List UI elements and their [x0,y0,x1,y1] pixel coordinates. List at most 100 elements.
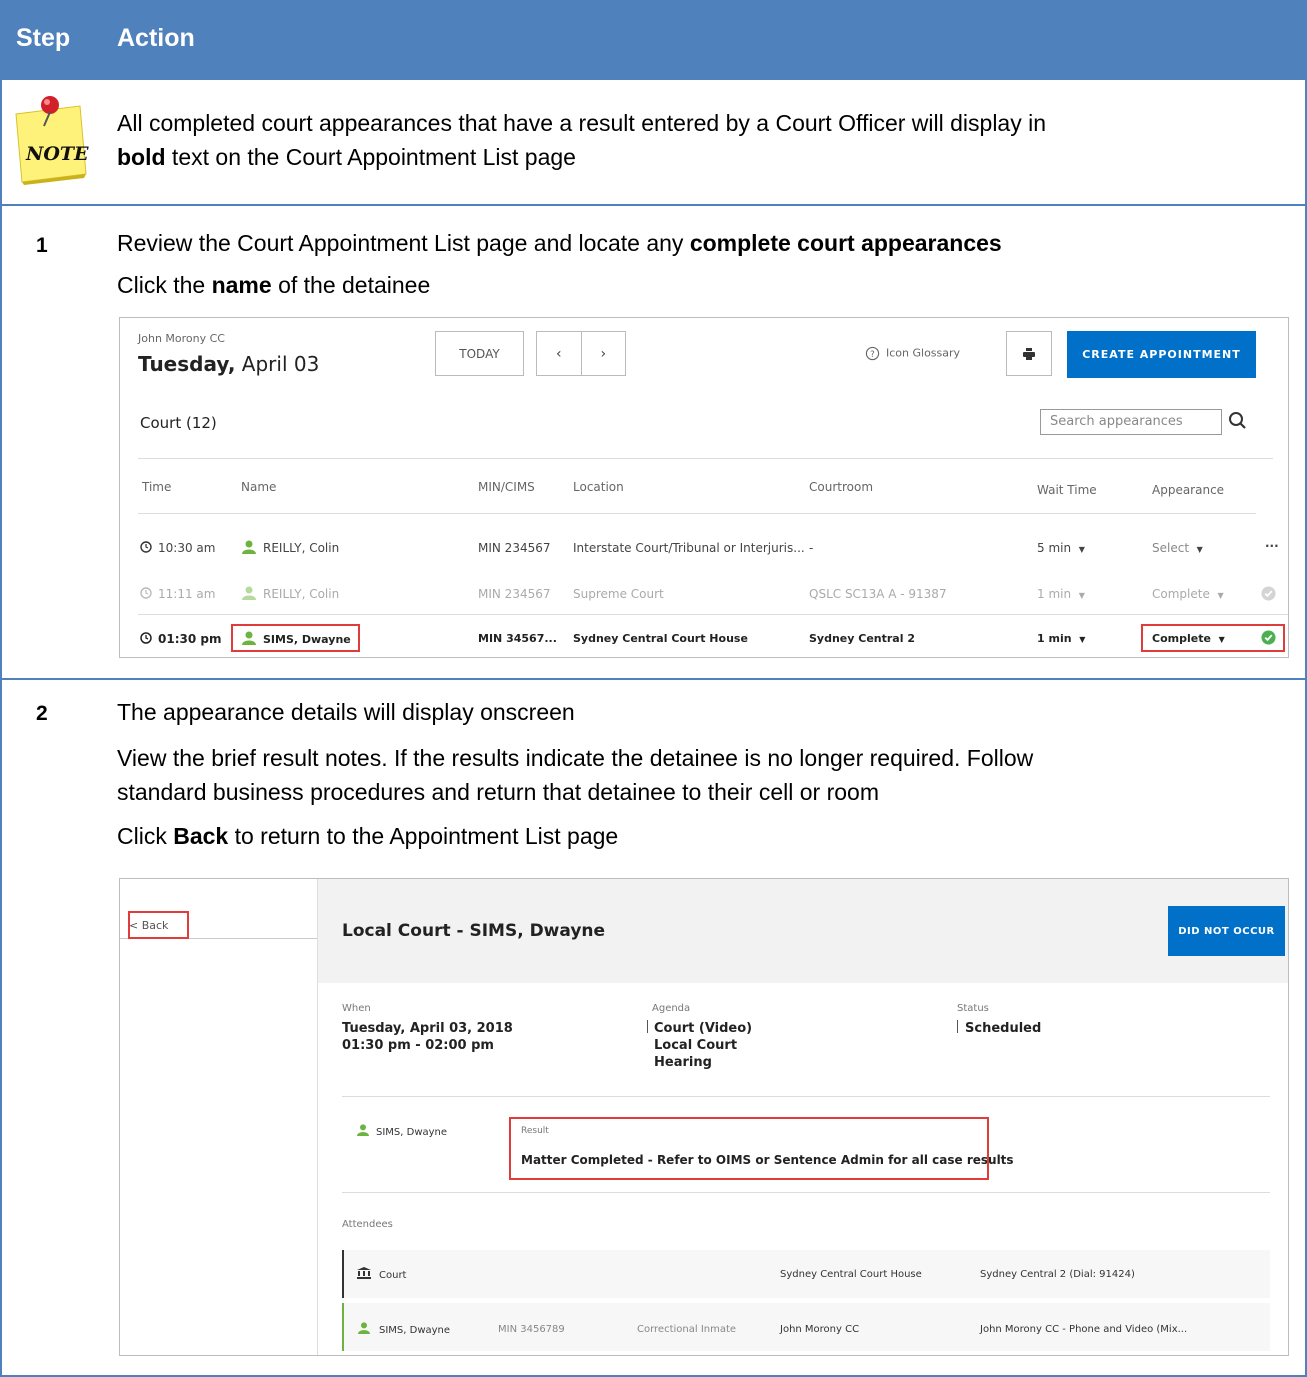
divider [138,614,1288,615]
status-value: Scheduled [965,1021,1042,1036]
attendee-location: Sydney Central Court House [780,1269,922,1280]
date-navigation: ‹ › [536,331,626,376]
column-courtroom: Courtroom [809,480,874,494]
highlight-box-appearance [1141,624,1285,652]
divider [138,458,1273,459]
wait-time-select[interactable]: 1 min ▼ [1037,587,1085,601]
highlight-box-result [509,1117,989,1180]
step1-instruction-line2: Click the name of the detainee [117,272,431,298]
column-min: MIN/CIMS [478,480,535,494]
step-column-header: Step [16,24,71,52]
caret-down-icon: ▼ [1078,545,1085,554]
step2-instruction-line4: Click Back to return to the Appointment … [117,823,619,849]
divider [138,513,1256,514]
appearance-details-screenshot: < Back Local Court - SIMS, Dwayne DID NO… [119,878,1289,1356]
icon-glossary-link[interactable]: ? Icon Glossary [865,346,960,361]
facility-name: John Morony CC [138,332,225,345]
attendee-min: MIN 3456789 [498,1324,565,1335]
row-divider [0,678,1307,680]
court-count-heading: Court (12) [140,414,217,432]
row-min: MIN 234567 [478,541,551,555]
appearance-select[interactable]: Select ▼ [1152,541,1203,555]
sidebar [120,879,318,1355]
note-text-line2: bold text on the Court Appointment List … [117,144,576,170]
row-time: 11:11 am [140,587,215,601]
procedure-document: Step Action NOTE All completed court app… [0,0,1307,1377]
wait-time-select[interactable]: 1 min ▼ [1037,632,1085,645]
today-button[interactable]: TODAY [435,331,524,376]
column-wait-time: Wait Time [1037,483,1097,497]
attendee-location: John Morony CC [780,1324,860,1335]
print-button[interactable] [1006,331,1052,376]
row-courtroom: Sydney Central 2 [809,632,915,645]
attendee-row[interactable]: SIMS, Dwayne MIN 3456789 Correctional In… [342,1303,1270,1351]
result-person: SIMS, Dwayne [356,1124,447,1138]
agenda-line1: Court (Video) [654,1021,753,1036]
attendees-label: Attendees [342,1219,393,1230]
row-courtroom: QSLC SC13A A - 91387 [809,587,947,601]
row-name-link[interactable]: REILLY, Colin [241,540,339,555]
attendee-name: Court [357,1267,406,1281]
clock-icon [140,541,152,553]
step2-instruction-line2: View the brief result notes. If the resu… [117,745,1034,771]
step1-instruction-line1: Review the Court Appointment List page a… [117,230,1002,256]
table-left-border [0,80,2,1377]
appearance-title: Local Court - SIMS, Dwayne [342,921,606,941]
svg-text:?: ? [870,349,874,359]
when-date: Tuesday, April 03, 2018 [342,1021,513,1036]
column-name: Name [241,480,277,494]
search-icon[interactable] [1228,411,1248,431]
person-icon [357,1124,369,1136]
did-not-occur-button[interactable]: DID NOT OCCUR [1168,906,1285,956]
svg-text:NOTE: NOTE [25,143,89,165]
row-min: MIN 234567 [478,587,551,601]
attendee-room: John Morony CC - Phone and Video (Mix... [980,1324,1188,1335]
caret-down-icon: ▼ [1217,591,1224,600]
column-location: Location [573,480,624,494]
highlight-box-name [231,624,360,652]
caret-down-icon: ▼ [1196,545,1203,554]
row-courtroom: - [809,541,814,555]
step-number: 2 [36,702,48,725]
create-appointment-button[interactable]: CREATE APPOINTMENT [1067,331,1256,378]
agenda-line3: Hearing [654,1055,712,1070]
table-header: Step Action [0,0,1307,80]
row-accent [342,1250,344,1298]
wait-time-select[interactable]: 5 min ▼ [1037,541,1085,555]
row-name-link[interactable]: REILLY, Colin [241,586,339,601]
note-text-line1: All completed court appearances that hav… [117,110,1047,136]
column-appearance: Appearance [1152,483,1225,497]
row-location: Sydney Central Court House [573,632,748,645]
caret-down-icon: ▼ [1079,635,1086,644]
when-time: 01:30 pm - 02:00 pm [342,1038,494,1053]
divider [647,1020,648,1033]
row-min: MIN 34567... [478,632,557,645]
previous-day-button[interactable]: ‹ [537,332,582,375]
attendee-room: Sydney Central 2 (Dial: 91424) [980,1269,1135,1280]
agenda-label: Agenda [652,1003,691,1014]
search-appearances-input[interactable]: Search appearances [1040,409,1222,435]
status-label: Status [957,1003,989,1014]
step2-instruction-line3: standard business procedures and return … [117,779,879,805]
more-options-icon[interactable]: ··· [1265,539,1279,553]
row-location: Supreme Court [573,587,664,601]
next-day-button[interactable]: › [582,332,626,375]
attendee-type: Correctional Inmate [637,1324,737,1335]
note-pushpin-icon: NOTE [15,96,89,185]
step-number: 1 [36,234,48,257]
row-divider [0,204,1307,206]
current-date: Tuesday, April 03 [138,352,320,376]
row-time: 10:30 am [140,541,215,555]
row-accent [342,1303,344,1351]
person-icon [242,540,256,554]
divider [342,1192,1270,1193]
row-time: 01:30 pm [140,632,221,646]
appearance-select[interactable]: Complete ▼ [1152,587,1224,601]
divider [957,1020,958,1033]
attendee-row[interactable]: Court Sydney Central Court House Sydney … [342,1250,1270,1298]
court-appointment-list-screenshot: John Morony CC Tuesday, April 03 TODAY ‹… [119,317,1289,658]
divider [342,1096,1270,1097]
clock-icon [140,632,152,644]
action-column-header: Action [117,24,195,52]
person-icon [358,1322,370,1334]
